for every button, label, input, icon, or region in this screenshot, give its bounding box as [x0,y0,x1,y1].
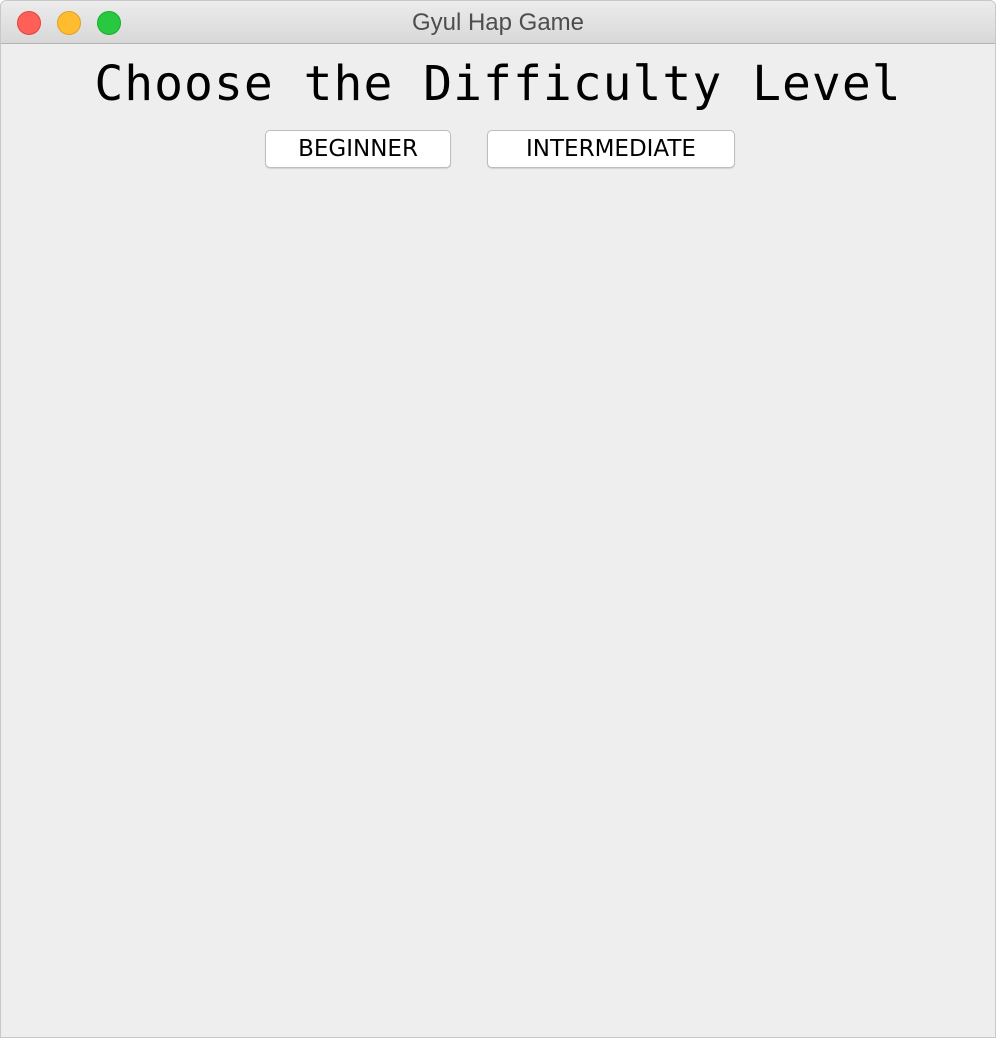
window-title: Gyul Hap Game [411,9,585,36]
intermediate-button[interactable]: INTERMEDIATE [487,130,735,168]
page-title: Choose the Difficulty Level [94,56,902,112]
title-bar[interactable]: Gyul Hap Game [1,1,995,44]
main-content: Choose the Difficulty Level BEGINNER INT… [1,44,995,1037]
app-window: Gyul Hap Game Choose the Difficulty Leve… [0,0,996,1038]
beginner-button[interactable]: BEGINNER [265,130,451,168]
